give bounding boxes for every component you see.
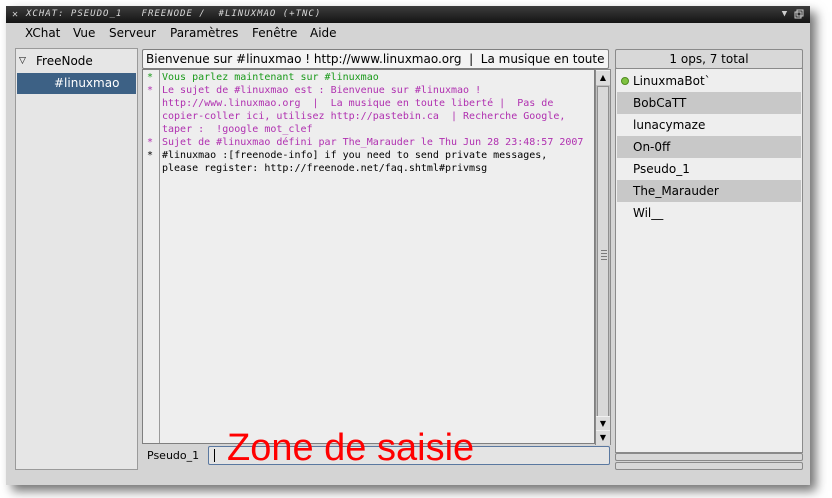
chat-lines: * Vous parlez maintenant sur #linuxmao * Le… [147, 71, 587, 175]
chat-line-text: please register: http://freenode.net/faq… [162, 163, 488, 174]
channel-tree: ▽ FreeNode #linuxmao [15, 48, 138, 470]
chat-line: http://www.linuxmao.org | La musique en … [147, 97, 587, 110]
menu-fenetre[interactable]: Fenêtre [252, 23, 297, 44]
chat-line-text: Le sujet de #linuxmao est : Bienvenue su… [162, 85, 482, 96]
chat-line: * #linuxmao :[freenode-info] if you need … [147, 149, 587, 162]
input-zone-annotation: Zone de saisie [227, 427, 475, 469]
user-list[interactable]: LinuxmaBot` BobCaTT lunacymaze On-0ff Pseudo… [615, 68, 803, 453]
user-list-item[interactable]: The_Marauder [617, 180, 801, 202]
throttle-meter [615, 462, 803, 470]
user-count-header: 1 ops, 7 total [615, 49, 803, 69]
chat-line-text: copier-coller ici, utilisez http://paste… [162, 111, 566, 122]
menu-bar: XChat Vue Serveur Paramètres Fenêtre Aid… [6, 23, 810, 44]
menu-aide[interactable]: Aide [310, 23, 337, 44]
menu-serveur[interactable]: Serveur [109, 23, 156, 44]
chat-line-marker: * [147, 150, 154, 161]
chat-line-text: http://www.linuxmao.org | La musique en … [162, 98, 554, 109]
lag-meter [615, 453, 803, 461]
restore-icon[interactable] [794, 9, 804, 19]
topic-text: Bienvenue sur #linuxmao ! http://www.lin… [146, 52, 609, 66]
chat-line: * Le sujet de #linuxmao est : Bienvenue s… [147, 84, 587, 97]
user-list-item[interactable]: lunacymaze [617, 114, 801, 136]
operator-status-icon [621, 77, 629, 85]
menu-xchat[interactable]: XChat [25, 23, 60, 44]
chat-line-text: Vous parlez maintenant sur #linuxmao [162, 72, 379, 83]
chat-line: copier-coller ici, utilisez http://paste… [147, 110, 587, 123]
user-nick: Wil__ [633, 206, 664, 220]
user-list-item[interactable]: Wil__ [617, 202, 801, 224]
scrollbar-thumb[interactable] [597, 86, 609, 428]
channel-label: #linuxmao [54, 76, 120, 90]
scroll-up-icon[interactable]: ▲ [596, 70, 610, 85]
user-list-item[interactable]: BobCaTT [617, 92, 801, 114]
chat-line-text: taper : !google mot_clef [162, 124, 313, 135]
user-list-item[interactable]: Pseudo_1 [617, 158, 801, 180]
user-nick: BobCaTT [633, 96, 687, 110]
user-list-item[interactable]: LinuxmaBot` [617, 70, 801, 92]
user-nick: lunacymaze [633, 118, 706, 132]
title-bar[interactable]: ✕ XChat: Pseudo_1 FreeNode / #linuxmao (… [6, 6, 810, 23]
scroll-down-2-icon[interactable]: ▼ [596, 430, 610, 445]
x-logo-icon[interactable]: ✕ [12, 6, 19, 23]
scroll-down-icon[interactable]: ▼ [596, 416, 610, 431]
nick-button[interactable]: Pseudo_1 [147, 449, 199, 463]
xchat-window: ✕ XChat: Pseudo_1 FreeNode / #linuxmao (… [6, 6, 810, 485]
chat-line: taper : !google mot_clef [147, 123, 587, 136]
user-nick: Pseudo_1 [633, 162, 690, 176]
chat-line: * Vous parlez maintenant sur #linuxmao [147, 71, 587, 84]
user-nick: The_Marauder [633, 184, 719, 198]
tree-channel-linuxmao[interactable]: #linuxmao [17, 73, 136, 94]
menu-vue[interactable]: Vue [73, 23, 95, 44]
chat-line-marker: * [147, 72, 154, 83]
window-title: XChat: Pseudo_1 FreeNode / #linuxmao (+t… [26, 9, 322, 19]
network-label: FreeNode [36, 54, 93, 68]
expand-triangle-icon[interactable]: ▽ [19, 51, 26, 71]
minimize-icon[interactable]: ▼ [780, 9, 790, 19]
chat-line-marker: * [147, 85, 154, 96]
text-caret [214, 449, 215, 462]
chat-line: please register: http://freenode.net/faq… [147, 162, 587, 175]
user-nick: On-0ff [633, 140, 671, 154]
chat-text-area[interactable]: * Vous parlez maintenant sur #linuxmao * Le… [142, 69, 595, 444]
tree-network-freenode[interactable]: ▽ FreeNode [16, 51, 137, 71]
topic-field[interactable]: Bienvenue sur #linuxmao ! http://www.lin… [142, 49, 609, 69]
grip-icon [601, 250, 607, 260]
chat-line-marker: * [147, 137, 154, 148]
user-nick: LinuxmaBot` [633, 74, 711, 88]
menu-parametres[interactable]: Paramètres [170, 23, 238, 44]
chat-scrollbar[interactable]: ▲ ▼ ▼ [595, 69, 611, 445]
chat-line: * Sujet de #linuxmao défini par The_Marau… [147, 136, 587, 149]
user-list-item[interactable]: On-0ff [617, 136, 801, 158]
chat-line-text: Sujet de #linuxmao défini par The_Maraud… [162, 137, 584, 148]
chat-line-text: #linuxmao :[freenode-info] if you need t… [162, 150, 548, 161]
